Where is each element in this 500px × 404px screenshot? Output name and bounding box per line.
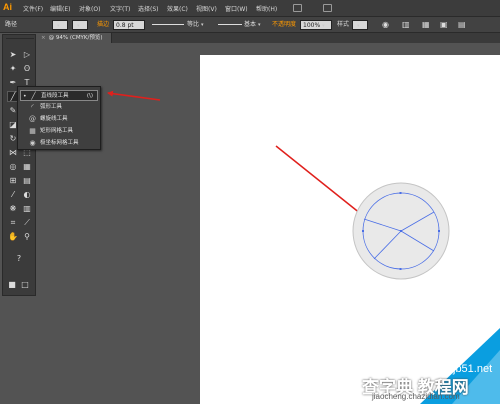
opacity-field[interactable]: 100%: [300, 20, 332, 30]
zoom-tool-icon[interactable]: ⚲: [21, 231, 33, 242]
stroke-label[interactable]: 描边: [97, 20, 109, 30]
shape-builder-tool-icon[interactable]: ◎: [7, 161, 19, 172]
document-tab-title: @ 94% (CMYK/预览): [48, 35, 103, 41]
menu-object[interactable]: 对象(O): [79, 4, 100, 13]
flyout-item-label: 极坐标网格工具: [40, 140, 79, 146]
tool-icon: ╱: [31, 92, 36, 100]
menu-select[interactable]: 选择(S): [138, 4, 159, 13]
menu-bar: Ai 文件(F) 编辑(E) 对象(O) 文字(T) 选择(S) 效果(C) 视…: [0, 0, 500, 17]
menu-file[interactable]: 文件(F): [23, 4, 43, 13]
brush-definition-preview: [218, 24, 242, 25]
stroke-weight-field[interactable]: 0.8 pt: [113, 20, 145, 30]
variable-width-profile-preview: [152, 24, 184, 25]
fill-color-swatch[interactable]: ■: [6, 279, 18, 290]
style-label: 样式: [337, 21, 350, 28]
flyout-item[interactable]: @ 螺旋线工具: [20, 114, 98, 125]
flyout-item[interactable]: ▦ 矩形网格工具: [20, 126, 98, 137]
eyedropper-tool-icon[interactable]: ⁄: [7, 189, 19, 200]
panel-menu-icon[interactable]: ▤: [458, 20, 466, 30]
blend-tool-icon[interactable]: ◐: [21, 189, 33, 200]
stroke-swatch[interactable]: [72, 20, 88, 30]
menu-edit[interactable]: 编辑(E): [50, 4, 70, 13]
column-graph-tool-icon[interactable]: ▥: [21, 203, 33, 214]
artboard-tool-icon[interactable]: ⌗: [7, 217, 19, 228]
fill-swatch[interactable]: [52, 20, 68, 30]
menu-type[interactable]: 文字(T): [110, 4, 130, 13]
checked-indicator: •: [23, 93, 27, 100]
isolate-icon[interactable]: ▣: [440, 20, 448, 30]
document-tab[interactable]: × @ 94% (CMYK/预览): [38, 33, 112, 43]
annotation-arrow-to-tool: [107, 90, 161, 101]
bridge-icon[interactable]: [293, 4, 302, 12]
menu-view[interactable]: 视图(V): [196, 4, 217, 13]
flyout-item-label: 弧形工具: [40, 104, 63, 110]
tools-panel: ➤▷✦ʘ✒T╱▭✎✏◪◫↻⤢⋈⬚◎▦⊞▤⁄◐❋▥⌗⟋✋⚲?■□: [2, 34, 36, 296]
perspective-grid-tool-icon[interactable]: ▦: [21, 161, 33, 172]
gradient-tool-icon[interactable]: ▤: [21, 175, 33, 186]
graphic-style-swatch[interactable]: [352, 20, 368, 30]
flyout-item-label: 螺旋线工具: [40, 116, 68, 122]
variable-width-profile[interactable]: 等比: [187, 20, 204, 30]
selection-type-label: 路径: [5, 21, 18, 28]
magic-wand-tool-icon[interactable]: ✦: [7, 63, 19, 74]
opacity-label[interactable]: 不透明度: [272, 20, 296, 30]
mesh-tool-icon[interactable]: ⊞: [7, 175, 19, 186]
symbol-sprayer-tool-icon[interactable]: ❋: [7, 203, 19, 214]
brush-definition[interactable]: 基本: [244, 20, 261, 30]
arrange-documents-icon[interactable]: [323, 4, 332, 12]
hand-tool-icon[interactable]: ✋: [7, 231, 19, 242]
watermark-url: jiaocheng.chazidian.com: [372, 392, 460, 401]
selection-tool-icon[interactable]: ➤: [7, 49, 19, 60]
stroke-color-swatch[interactable]: □: [19, 279, 31, 290]
flyout-item-label: 矩形网格工具: [40, 128, 74, 134]
menu-window[interactable]: 窗口(W): [225, 4, 248, 13]
lasso-tool-icon[interactable]: ʘ: [21, 63, 33, 74]
direct-selection-tool-icon[interactable]: ▷: [21, 49, 33, 60]
tool-icon: ◉: [29, 139, 36, 147]
close-tab-icon[interactable]: ×: [41, 35, 46, 41]
panel-grip[interactable]: [6, 38, 34, 39]
flyout-item[interactable]: ◜ 弧形工具: [20, 102, 98, 113]
transform-icon[interactable]: ▦: [422, 20, 430, 30]
document-tab-bar: × @ 94% (CMYK/预览): [38, 33, 500, 43]
tool-icon: ◜: [31, 103, 34, 111]
tool-icon: @: [29, 115, 36, 123]
align-icon[interactable]: ▥: [402, 20, 410, 30]
line-tools-flyout: • ╱ 直线段工具 (\) ◜ 弧形工具 @ 螺旋线工具 ▦ 矩形网格工具 ◉ 极坐标网格工具: [17, 86, 101, 150]
control-bar: 路径 描边 0.8 pt 等比 基本 不透明度 100% 样式 ◉ ▥ ▦ ▣ …: [0, 17, 500, 33]
menu-effect[interactable]: 效果(C): [167, 4, 188, 13]
flyout-item[interactable]: • ╱ 直线段工具 (\): [20, 90, 98, 101]
app-logo: Ai: [3, 2, 12, 12]
flyout-item[interactable]: ◉ 极坐标网格工具: [20, 138, 98, 149]
slice-tool-icon[interactable]: ⟋: [21, 217, 33, 228]
shortcut-key: (\): [86, 93, 93, 99]
draw-mode-icon[interactable]: ?: [13, 253, 25, 264]
flyout-item-label: 直线段工具: [41, 93, 69, 99]
tool-icon: ▦: [29, 127, 36, 135]
menu-help[interactable]: 帮助(H): [256, 4, 277, 13]
recolor-artwork-icon[interactable]: ◉: [382, 20, 389, 30]
